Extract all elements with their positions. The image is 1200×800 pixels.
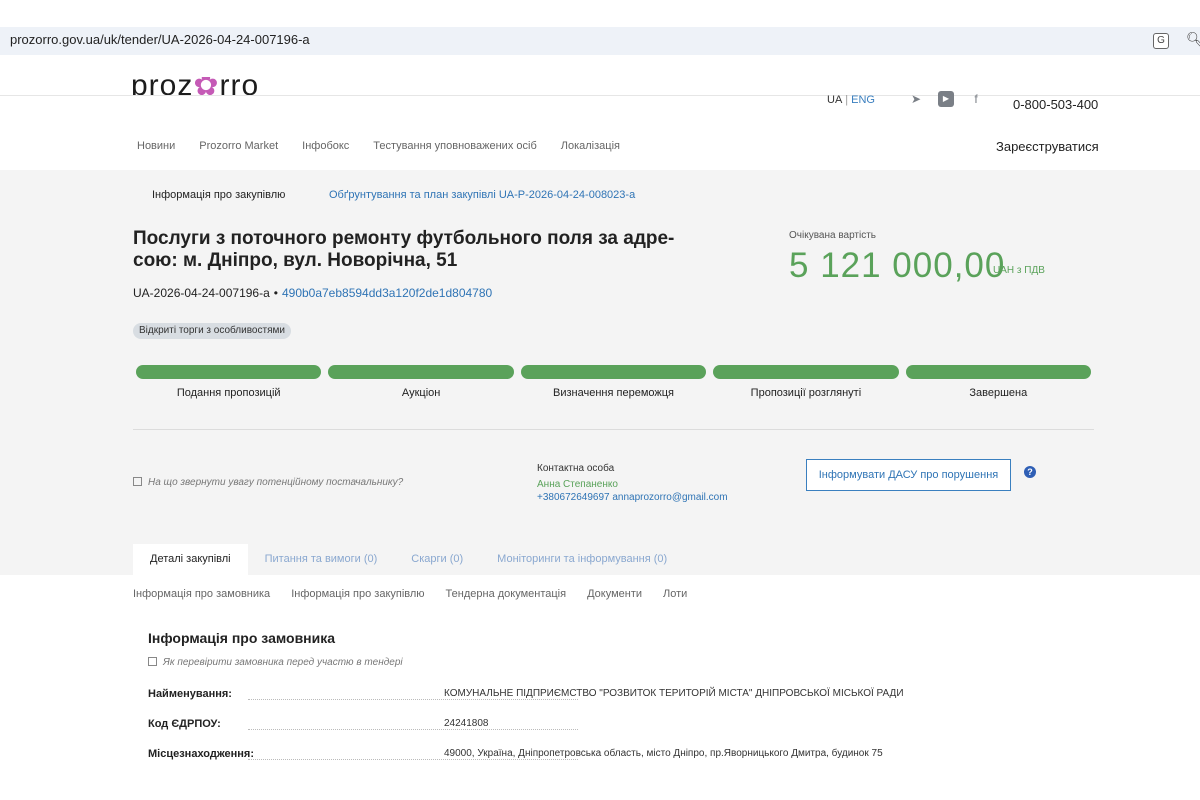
- sublink-docs[interactable]: Тендерна документація: [446, 588, 567, 600]
- row-leader: [248, 699, 578, 700]
- row-value: 49000, Україна, Дніпропетровська область…: [444, 748, 883, 759]
- stage-label: Подання пропозицій: [176, 387, 281, 399]
- lang-ua[interactable]: UA: [827, 94, 842, 106]
- expected-value: 5 121 000,00: [789, 246, 1006, 285]
- stage-auction: Аукціон: [328, 365, 514, 399]
- stage-label: Пропозиції розглянуті: [750, 387, 862, 399]
- header-divider: [0, 95, 1200, 96]
- subnav-procurement-info[interactable]: Інформація про закупівлю: [152, 189, 285, 201]
- expected-value-currency: UAH з ПДВ: [993, 265, 1045, 276]
- external-link-icon: [133, 477, 142, 486]
- facebook-icon[interactable]: f: [968, 91, 984, 107]
- stage-complete: Завершена: [905, 365, 1092, 399]
- stage-label: Аукціон: [401, 387, 441, 399]
- nav-news[interactable]: Новини: [137, 140, 175, 152]
- telegram-icon[interactable]: ➤: [908, 91, 924, 107]
- stage-label: Завершена: [969, 387, 1028, 399]
- tender-stage-progress: Подання пропозицій Аукціон Визначення пе…: [136, 365, 1092, 399]
- customer-check-link[interactable]: Як перевірити замовника перед участю в т…: [148, 657, 403, 668]
- register-link[interactable]: Зареєструватися: [996, 139, 1099, 154]
- row-key: Місцезнаходження:: [148, 748, 254, 760]
- top-strip: [0, 0, 1200, 27]
- tab-monitoring[interactable]: Моніторинги та інформування (0): [480, 544, 684, 575]
- zoom-icon[interactable]: 🔍︎: [1186, 31, 1200, 48]
- stage-label: Визначення переможця: [553, 387, 674, 399]
- row-value: 24241808: [444, 718, 489, 729]
- url-text[interactable]: prozorro.gov.ua/uk/tender/UA-2026-04-24-…: [10, 32, 310, 47]
- section-divider: [133, 429, 1094, 430]
- main-nav: Новини Prozorro Market Інфобокс Тестуван…: [137, 140, 644, 152]
- youtube-icon[interactable]: ▶: [938, 91, 954, 107]
- stage-winner: Визначення переможця: [520, 365, 707, 399]
- external-link-icon: [148, 657, 157, 666]
- customer-row-name: Найменування: КОМУНАЛЬНЕ ПІДПРИЄМСТВО "Р…: [148, 688, 1148, 704]
- stage-reviewed: Пропозиції розглянуті: [713, 365, 899, 399]
- stage-bar: [328, 365, 514, 379]
- stage-bar: [905, 365, 1092, 379]
- help-icon[interactable]: ?: [1024, 466, 1036, 478]
- nav-market[interactable]: Prozorro Market: [199, 140, 278, 152]
- procedure-type-badge: Відкриті торги з особливостями: [133, 323, 291, 339]
- details-sublinks: Інформація про замовника Інформація про …: [133, 588, 708, 600]
- stage-bar: [713, 365, 899, 379]
- lang-eng[interactable]: ENG: [851, 94, 875, 106]
- nav-localization[interactable]: Локалізація: [561, 140, 620, 152]
- sublink-lots[interactable]: Лоти: [663, 588, 687, 600]
- expected-value-label: Очікувана вартість: [789, 230, 877, 241]
- supplier-attention-link[interactable]: На що звернути увагу потенційному постач…: [133, 477, 403, 488]
- tender-title: Послуги з поточного ремонту футбольного …: [133, 228, 675, 271]
- customer-row-address: Місцезнаходження: 49000, Україна, Дніпро…: [148, 748, 1148, 764]
- hotline-phone[interactable]: 0-800-503-400: [1013, 97, 1098, 112]
- nav-testing[interactable]: Тестування уповноважених осіб: [373, 140, 536, 152]
- stage-bar: [520, 365, 707, 379]
- language-switcher: UA | ENG: [827, 94, 875, 106]
- contact-label: Контактна особа: [537, 463, 615, 474]
- prozorro-logo[interactable]: proz✿rro: [131, 77, 259, 95]
- nav-infobox[interactable]: Інфобокс: [302, 140, 349, 152]
- sublink-customer[interactable]: Інформація про замовника: [133, 588, 270, 600]
- tender-id: UA-2026-04-24-007196-a: [133, 286, 270, 300]
- supplier-attention-text[interactable]: На що звернути увагу потенційному постач…: [148, 477, 403, 488]
- tender-hash-link[interactable]: 490b0a7eb8594dd3a120f2de1d804780: [282, 286, 492, 300]
- customer-check-text[interactable]: Як перевірити замовника перед участю в т…: [163, 657, 403, 668]
- report-violation-button[interactable]: Інформувати ДАСУ про порушення: [806, 459, 1011, 491]
- row-key: Найменування:: [148, 688, 232, 700]
- row-key: Код ЄДРПОУ:: [148, 718, 221, 730]
- address-bar[interactable]: prozorro.gov.ua/uk/tender/UA-2026-04-24-…: [0, 27, 1200, 55]
- customer-section-title: Інформація про замовника: [148, 630, 336, 646]
- row-leader: [248, 759, 578, 760]
- tab-details[interactable]: Деталі закупівлі: [133, 544, 248, 575]
- tab-complaints[interactable]: Скарги (0): [394, 544, 480, 575]
- contact-name: Анна Степаненко: [537, 479, 618, 490]
- contact-person: Контактна особа Анна Степаненко +3806726…: [537, 461, 728, 505]
- row-leader: [248, 729, 578, 730]
- tab-questions[interactable]: Питання та вимоги (0): [248, 544, 395, 575]
- translate-icon[interactable]: G: [1153, 33, 1169, 49]
- contact-phone-email[interactable]: +380672649697 annaprozorro@gmail.com: [537, 491, 728, 505]
- row-value: КОМУНАЛЬНЕ ПІДПРИЄМСТВО "РОЗВИТОК ТЕРИТО…: [444, 688, 904, 699]
- tender-summary: Інформація про закупівлю Обґрунтування т…: [0, 170, 1200, 575]
- social-links: ➤ ▶ f: [908, 91, 984, 107]
- tender-tabs: Деталі закупівлі Питання та вимоги (0) С…: [133, 544, 684, 575]
- stage-submission: Подання пропозицій: [136, 365, 322, 399]
- stage-bar: [136, 365, 322, 379]
- sublink-documents[interactable]: Документи: [587, 588, 642, 600]
- procurement-plan-link[interactable]: Обґрунтування та план закупівлі UA-P-202…: [329, 189, 635, 201]
- sublink-procurement[interactable]: Інформація про закупівлю: [291, 588, 424, 600]
- site-header: proz✿rro UA | ENG ➤ ▶ f 0-800-503-400 Нови…: [0, 55, 1200, 170]
- tender-id-line: UA-2026-04-24-007196-a • 490b0a7eb8594dd3a…: [133, 286, 493, 300]
- customer-row-edrpou: Код ЄДРПОУ: 24241808: [148, 718, 1148, 734]
